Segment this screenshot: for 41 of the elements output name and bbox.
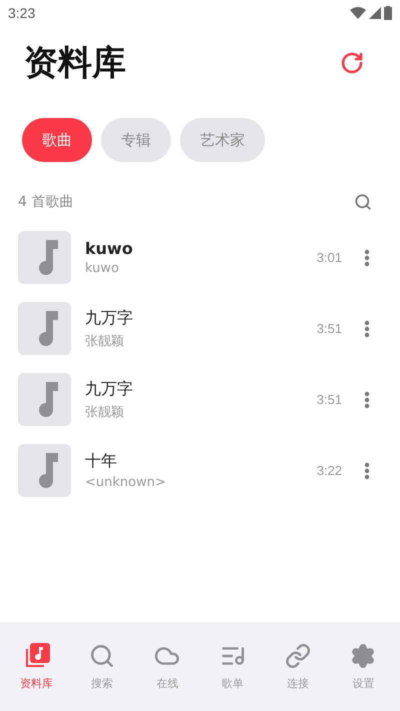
more-icon	[364, 248, 370, 266]
signal-icon	[369, 7, 381, 19]
filter-tab[interactable]: 艺术家	[180, 118, 265, 162]
nav-tab[interactable]: 在线	[137, 642, 198, 690]
song-duration: 3:01	[316, 250, 342, 265]
song-duration: 3:22	[316, 463, 342, 478]
battery-icon	[384, 6, 392, 20]
song-title[interactable]: 十年	[85, 451, 317, 472]
song-artist: kuwo	[85, 261, 120, 276]
wifi-icon	[350, 7, 366, 19]
library-icon	[24, 642, 50, 668]
more-button[interactable]	[364, 462, 370, 480]
more-button[interactable]	[364, 390, 370, 408]
page-title: 资料库	[24, 42, 126, 85]
more-icon	[364, 462, 370, 480]
refresh-button[interactable]	[340, 51, 364, 75]
song-artist: <unknown>	[85, 475, 167, 490]
nav-tab[interactable]: 资料库	[6, 642, 67, 690]
song-artist: 张靓颖	[85, 332, 125, 350]
search-icon	[88, 642, 115, 668]
link-icon	[284, 642, 311, 668]
song-count: 4 首歌曲	[18, 193, 74, 211]
song-title[interactable]: 九万字	[85, 378, 317, 400]
filter-tab[interactable]: 专辑	[101, 118, 171, 162]
more-icon	[364, 390, 370, 408]
search-button[interactable]	[354, 193, 372, 211]
song-title[interactable]: 九万字	[85, 308, 317, 328]
more-icon	[364, 320, 370, 338]
status-time: 3:23	[8, 5, 36, 21]
song-title[interactable]: kuwo	[85, 239, 317, 258]
settings-icon	[350, 642, 376, 668]
nav-tab[interactable]: 连接	[268, 642, 328, 690]
song-duration: 3:51	[316, 321, 342, 336]
nav-tab[interactable]: 设置	[333, 642, 394, 690]
more-button[interactable]	[364, 248, 370, 266]
song-artist: 张靓颖	[85, 404, 125, 420]
more-button[interactable]	[364, 320, 370, 338]
nav-tab[interactable]: 歌单	[202, 642, 263, 690]
filter-tab[interactable]: 歌曲	[22, 118, 92, 162]
song-duration: 3:51	[316, 392, 342, 407]
nav-tab[interactable]: 搜索	[72, 642, 132, 690]
